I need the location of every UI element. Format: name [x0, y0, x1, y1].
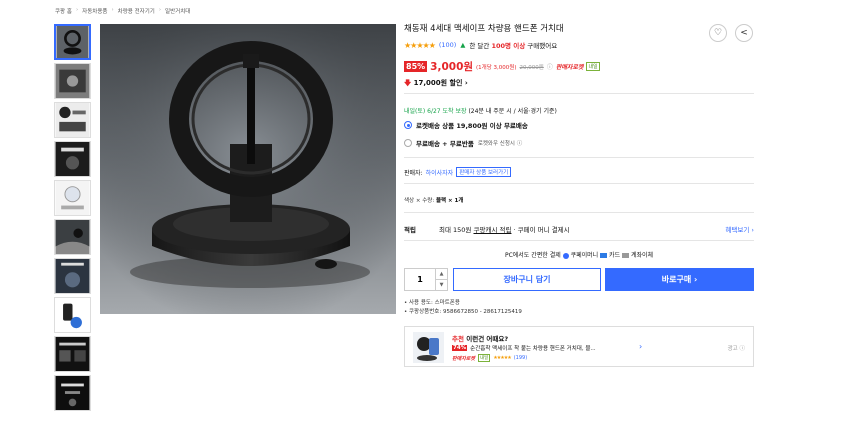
recommendation-stars: ★★★★★	[493, 355, 511, 361]
buy-now-button[interactable]: 바로구매 ›	[605, 268, 754, 291]
attribute-item: • 사용 용도: 스마트폰용	[404, 300, 460, 306]
breadcrumb-home[interactable]: 쿠팡 홈	[55, 7, 72, 15]
rating-stars: ★★★★★	[404, 40, 436, 50]
breadcrumb-leaf[interactable]: 일반거치대	[165, 7, 190, 15]
chevron-right-icon[interactable]: ›	[639, 342, 642, 351]
quantity-up-icon[interactable]: ▲	[436, 269, 447, 280]
share-icon[interactable]: <	[735, 24, 753, 42]
recommendation-discount: 74%	[452, 345, 468, 351]
add-to-cart-button[interactable]: 장바구니 담기	[453, 268, 601, 291]
thumbnail-3[interactable]	[54, 102, 91, 138]
coupay-icon	[562, 252, 569, 259]
points-text: 최대 150원 쿠팡캐시 적립 · 쿠페이 머니 결제시	[439, 226, 570, 234]
recommendation-meta: 판매자로켓 내일 ★★★★★ (199)	[452, 354, 528, 362]
main-product-image[interactable]	[100, 24, 396, 314]
recommendation-thumbnail	[413, 332, 444, 363]
card-icon	[600, 253, 608, 258]
divider	[404, 240, 754, 241]
recommendation-card[interactable]: 추천 이런건 어때요? 74% 순간흡착 맥세이프 착 붙는 차량용 핸드폰 거…	[404, 326, 754, 367]
divider	[404, 93, 754, 94]
ad-label[interactable]: 광고 ⓘ	[728, 344, 745, 352]
sale-price: 3,000원	[430, 61, 474, 73]
thumbnail-5[interactable]	[54, 180, 91, 216]
thumbnail-2[interactable]	[54, 63, 91, 99]
radio-unselected[interactable]	[404, 139, 412, 147]
shopping-bag-icon: ▲	[460, 41, 466, 49]
easy-pay-row: PC에서도 간편한 결제 쿠페이머니 카드 계좌이체	[504, 252, 654, 259]
free-delivery-label: 무료배송 + 무료반품	[416, 140, 474, 148]
seller-row: 판매자: 하이사자자 판매자 상품 보러가기	[404, 167, 512, 177]
product-info: 채동재 4세대 맥세이프 차량용 핸드폰 거치대 ♡ < ★★★★★ (100)…	[404, 22, 754, 90]
favorite-icon[interactable]: ♡	[709, 24, 727, 42]
phone-holder-illustration	[100, 24, 396, 314]
points-label: 적립	[404, 226, 416, 234]
thumbnail-4[interactable]	[54, 141, 91, 177]
recommendation-header: 추천 이런건 어때요?	[452, 335, 509, 343]
seller-products-button[interactable]: 판매자 상품 보러가기	[456, 167, 512, 177]
rocket-badge: 판매자로켓	[555, 64, 584, 71]
price-row: 85% 3,000원 (1개당 3,000원) 20,000원 ⓘ 판매자로켓 …	[404, 59, 754, 74]
breadcrumb-category[interactable]: 자동차용품	[82, 7, 107, 15]
thumbnail-7[interactable]	[54, 258, 91, 294]
coupon-row[interactable]: 🡇 17,000원 할인 ›	[404, 78, 754, 90]
tomorrow-tag: 내일	[586, 62, 600, 71]
rocket-delivery-label: 로켓배송 상품 19,800원 이상 무료배송	[416, 122, 528, 130]
coupon-text: 17,000원 할인	[413, 79, 463, 87]
divider	[404, 212, 754, 213]
bought-count: 한 달간 100명 이상 구매했어요	[469, 42, 558, 50]
seller-name-link[interactable]: 하이사자자	[426, 168, 454, 177]
unit-price: (1개당 3,000원)	[476, 64, 517, 71]
bank-icon	[622, 253, 630, 258]
delivery-date: 내일(토) 6/27 도착 보장 (24분 내 주문 시 / 서울⋅경기 기준)	[404, 108, 557, 115]
delivery-option-rocket[interactable]: 로켓배송 상품 19,800원 이상 무료배송	[404, 120, 528, 130]
info-icon[interactable]: ⓘ	[547, 62, 553, 71]
delivery-option-free[interactable]: 무료배송 + 무료반품 로켓와우 신청시 ⓘ	[404, 138, 522, 148]
product-attributes: • 사용 용도: 스마트폰용 • 쿠팡상품번호: 9586672850 - 28…	[404, 299, 522, 317]
recommendation-name[interactable]: 순간흡착 맥세이프 착 붙는 차량용 핸드폰 거치대, 블...	[470, 344, 596, 352]
original-price: 20,000원	[519, 64, 544, 71]
thumbnail-list	[54, 24, 92, 411]
thumbnail-6[interactable]	[54, 219, 91, 255]
rating-row: ★★★★★ (100) ▲ 한 달간 100명 이상 구매했어요	[404, 40, 754, 51]
selected-option: 색상 × 수량: 블랙 × 1개	[404, 198, 464, 204]
discount-badge: 85%	[404, 61, 428, 72]
attribute-item: • 쿠팡상품번호: 9586672850 - 28617125419	[404, 309, 522, 315]
arrow-down-icon: 🡇	[404, 79, 412, 87]
divider	[404, 183, 754, 184]
wow-note: 로켓와우 신청시 ⓘ	[477, 141, 523, 147]
divider	[404, 157, 754, 158]
thumbnail-1[interactable]	[54, 24, 91, 60]
quantity-input[interactable]	[405, 269, 435, 290]
quantity-down-icon[interactable]: ▼	[436, 280, 447, 290]
radio-selected[interactable]	[404, 121, 412, 129]
benefits-link[interactable]: 혜택보기 ›	[725, 224, 754, 234]
quantity-stepper: ▲ ▼	[404, 268, 448, 291]
thumbnail-10[interactable]	[54, 375, 91, 411]
breadcrumb: 쿠팡 홈 › 자동차용품 › 차량용 전자기기 › 일반거치대	[55, 7, 191, 15]
recommendation-title-row: 74% 순간흡착 맥세이프 착 붙는 차량용 핸드폰 거치대, 블...	[452, 344, 596, 352]
thumbnail-9[interactable]	[54, 336, 91, 372]
review-count-link[interactable]: (100)	[439, 41, 456, 49]
breadcrumb-subcategory[interactable]: 차량용 전자기기	[118, 7, 155, 15]
product-title: 채동재 4세대 맥세이프 차량용 핸드폰 거치대	[404, 24, 564, 34]
thumbnail-8[interactable]	[54, 297, 91, 333]
